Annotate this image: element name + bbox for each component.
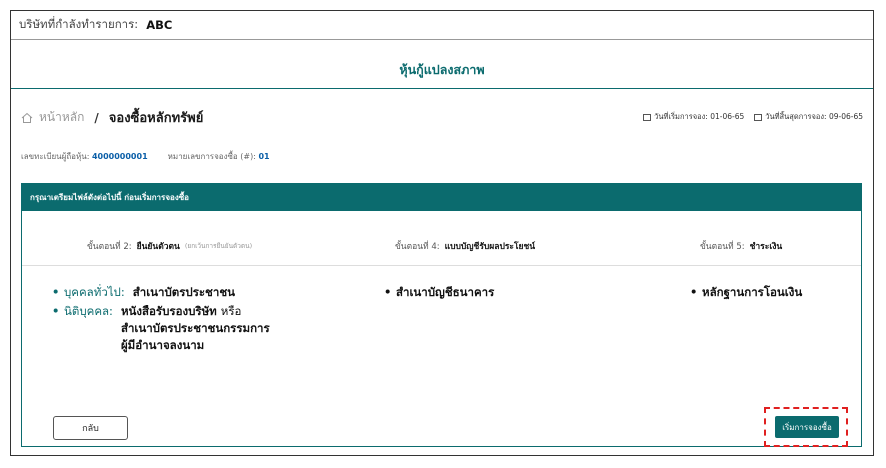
list-item: • บุคคลทั่วไป: สำเนาบัตรประชาชน <box>52 284 352 301</box>
reference-value: 01 <box>258 152 270 161</box>
start-date: วันที่เริ่มการจอง: 01-06-65 <box>643 111 744 123</box>
back-button[interactable]: กลับ <box>53 416 128 440</box>
breadcrumb: หน้าหลัก / จองซื้อหลักทรัพย์ <box>21 107 203 128</box>
start-date-text: วันที่เริ่มการจอง: 01-06-65 <box>654 112 745 121</box>
step-name: ยืนยันตัวตน <box>136 242 180 252</box>
step-prefix: ขั้นตอนที่ 2: <box>87 242 132 252</box>
panel-heading: กรุณาเตรียมไฟล์ดังต่อไปนี้ ก่อนเริ่มการจ… <box>22 184 861 211</box>
company-label: บริษัทที่กำลังทำรายการ: <box>19 17 139 31</box>
title-divider <box>11 88 873 89</box>
step-name: แบบบัญชีรับผลประโยชน์ <box>444 242 536 252</box>
calendar-icon <box>754 113 763 121</box>
juristic-doc: หนังสือรับรองบริษัท หรือ สำเนาบัตรประชาช… <box>121 303 270 354</box>
juristic-doc-or: หรือ <box>220 304 242 318</box>
holder-value: 4000000001 <box>91 152 148 161</box>
company-value: ABC <box>146 18 173 32</box>
bullet: • <box>690 285 698 299</box>
list-item: • สำเนาบัญชีธนาคาร <box>384 284 494 301</box>
reference-label: หมายเลขการจองซื้อ (#): <box>167 152 256 161</box>
start-button-highlight: เริ่มการจองซื้อ <box>764 407 848 447</box>
juristic-label: นิติบุคคล: <box>64 304 113 318</box>
page-frame: บริษัทที่กำลังทำรายการ: ABC หุ้นกู้แปลงส… <box>10 10 874 456</box>
page-title: หุ้นกู้แปลงสภาพ <box>399 62 485 77</box>
step-name: ชำระเงิน <box>749 242 783 252</box>
payment-doc: หลักฐานการโอนเงิน <box>702 285 803 299</box>
company-bar: บริษัทที่กำลังทำรายการ: ABC <box>11 11 873 40</box>
list-item: • หลักฐานการโอนเงิน <box>690 284 802 301</box>
individual-doc: สำเนาบัตรประชาชน <box>132 285 235 299</box>
bank-doc: สำเนาบัญชีธนาคาร <box>396 285 495 299</box>
required-docs-identity: • บุคคลทั่วไป: สำเนาบัตรประชาชน • นิติบุ… <box>52 284 352 356</box>
step-prefix: ขั้นตอนที่ 5: <box>700 242 745 252</box>
calendar-icon <box>643 113 652 121</box>
list-item: • นิติบุคคล: หนังสือรับรองบริษัท หรือ สำ… <box>52 303 352 354</box>
start-booking-button[interactable]: เริ่มการจองซื้อ <box>775 416 839 438</box>
reference-number: หมายเลขการจองซื้อ (#): 01 <box>168 150 270 163</box>
step-prefix: ขั้นตอนที่ 4: <box>395 242 440 252</box>
step-2: ขั้นตอนที่ 2: ยืนยันตัวตน (ยกเว้นการยืนย… <box>87 239 252 253</box>
preparation-panel: กรุณาเตรียมไฟล์ดังต่อไปนี้ ก่อนเริ่มการจ… <box>21 183 862 447</box>
juristic-doc-line2: สำเนาบัตรประชาชนกรรมการ <box>120 321 270 335</box>
end-date-text: วันที่สิ้นสุดการจอง: 09-06-65 <box>765 112 863 121</box>
step-note: (ยกเว้นการยืนยันตัวตน) <box>184 242 253 250</box>
home-icon[interactable] <box>21 112 33 124</box>
holder-label: เลขทะเบียนผู้ถือหุ้น: <box>21 152 90 161</box>
breadcrumb-separator: / <box>94 110 99 125</box>
steps-divider <box>22 265 861 266</box>
breadcrumb-current: จองซื้อหลักทรัพย์ <box>108 111 204 126</box>
required-docs-bank: • สำเนาบัญชีธนาคาร <box>384 284 494 303</box>
step-4: ขั้นตอนที่ 4: แบบบัญชีรับผลประโยชน์ <box>395 239 535 253</box>
bullet: • <box>52 304 60 318</box>
bullet: • <box>52 285 60 299</box>
juristic-doc-main: หนังสือรับรองบริษัท <box>120 304 217 318</box>
end-date: วันที่สิ้นสุดการจอง: 09-06-65 <box>754 111 863 123</box>
booking-dates: วันที่เริ่มการจอง: 01-06-65 วันที่สิ้นสุ… <box>643 111 863 123</box>
juristic-doc-line3: ผู้มีอำนาจลงนาม <box>120 338 205 352</box>
individual-label: บุคคลทั่วไป: <box>64 285 125 299</box>
bullet: • <box>384 285 392 299</box>
holder-number: เลขทะเบียนผู้ถือหุ้น: 4000000001 <box>21 150 148 163</box>
holder-info: เลขทะเบียนผู้ถือหุ้น: 4000000001 หมายเลข… <box>21 150 270 163</box>
required-docs-payment: • หลักฐานการโอนเงิน <box>690 284 802 303</box>
breadcrumb-home[interactable]: หน้าหลัก <box>39 108 84 127</box>
step-5: ขั้นตอนที่ 5: ชำระเงิน <box>700 239 782 253</box>
